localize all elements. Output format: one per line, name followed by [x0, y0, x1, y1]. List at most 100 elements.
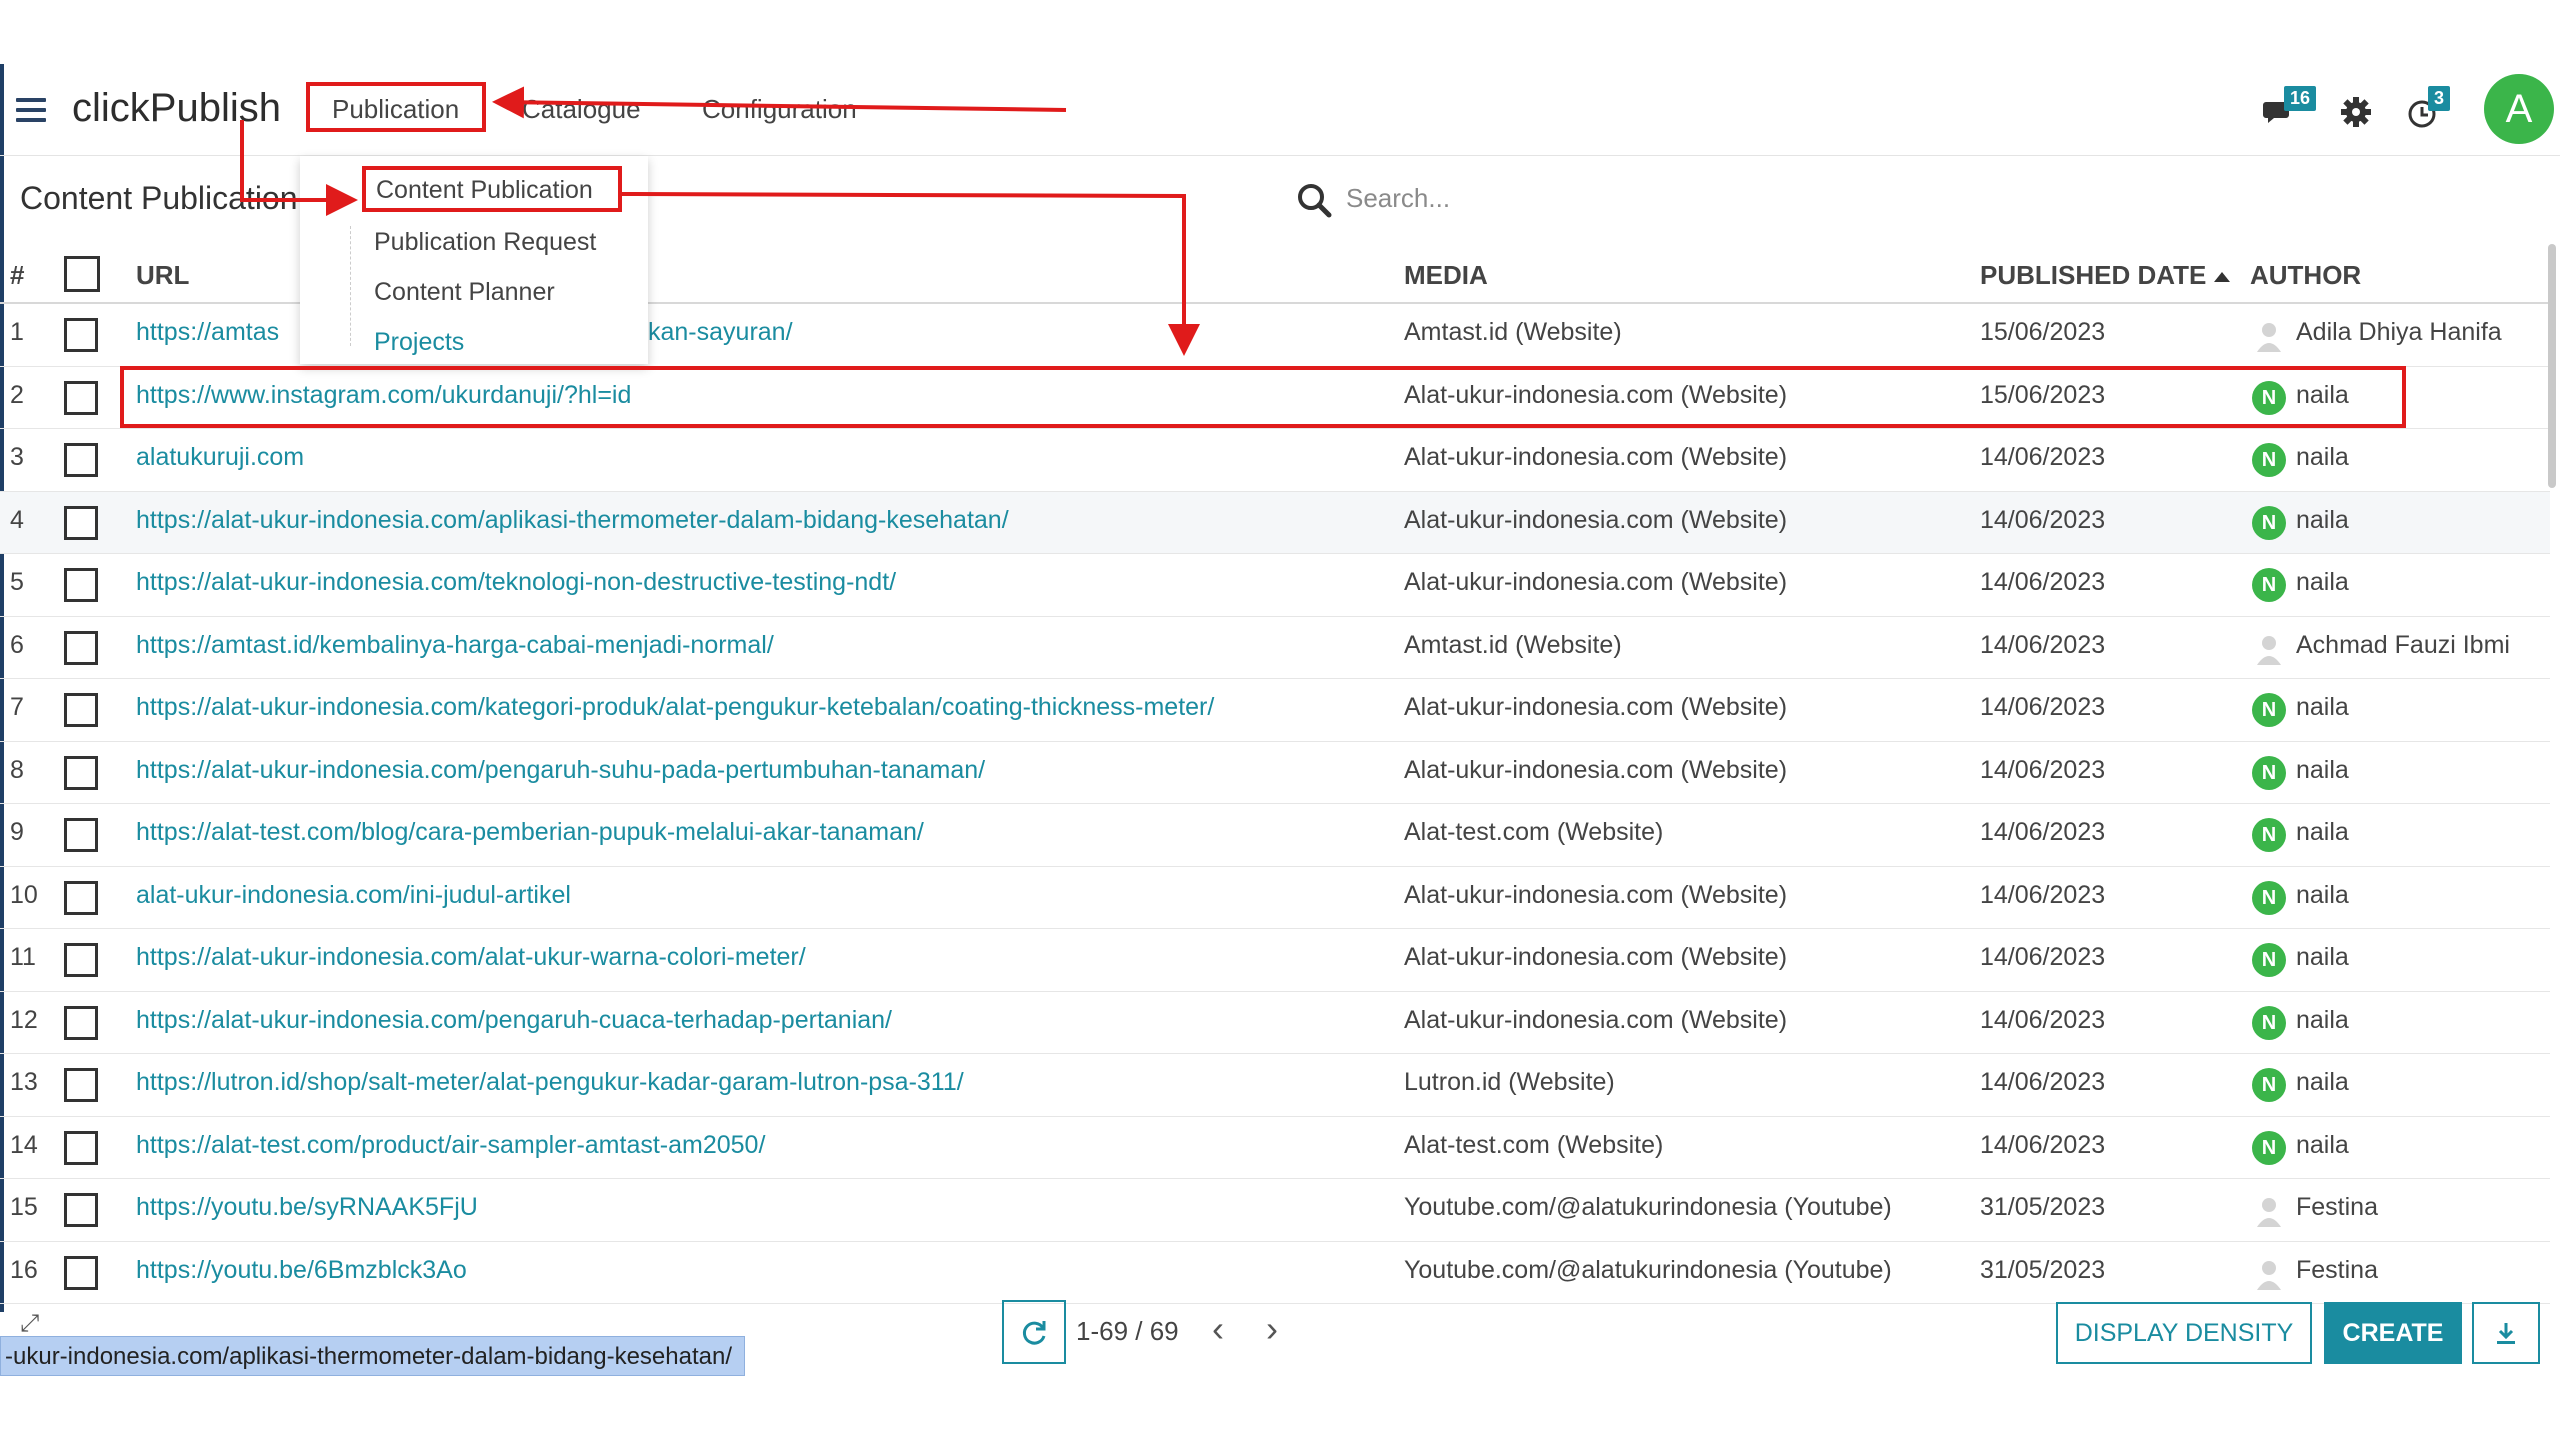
dropdown-item-content-publication[interactable]: Content Publication — [362, 166, 622, 212]
sort-ascending-icon — [2214, 272, 2231, 283]
search-input[interactable] — [1346, 176, 1946, 220]
row-checkbox[interactable] — [64, 630, 98, 665]
url-link[interactable]: https://alat-test.com/product/air-sample… — [136, 1131, 765, 1160]
table-body: 1 https://amtas kan-sayuran/ Amtast.id (… — [0, 304, 2550, 1304]
row-checkbox[interactable] — [64, 693, 98, 727]
url-link[interactable]: alatukuruji.com — [136, 443, 304, 472]
url-link[interactable]: https://alat-ukur-indonesia.com/kategori… — [136, 693, 1214, 722]
hamburger-menu-icon[interactable] — [16, 98, 46, 122]
media-cell: Alat-ukur-indonesia.com (Website) — [1404, 1005, 1788, 1034]
brand-logo[interactable]: clickPublish — [72, 86, 281, 131]
settings-button[interactable] — [2338, 90, 2378, 130]
refresh-icon — [1022, 1321, 1046, 1345]
media-cell: Amtast.id (Website) — [1404, 318, 1622, 346]
status-bar-url: -ukur-indonesia.com/aplikasi-thermometer… — [0, 1336, 746, 1376]
table-row[interactable]: 13 https://lutron.id/shop/salt-meter/ala… — [0, 1054, 2550, 1117]
header-url[interactable]: URL — [136, 260, 189, 291]
media-cell: Amtast.id (Website) — [1404, 630, 1622, 659]
row-checkbox[interactable] — [64, 818, 98, 852]
row-checkbox[interactable] — [64, 943, 98, 977]
author-avatar: N — [2252, 943, 2286, 977]
table-row[interactable]: 11 https://alat-ukur-indonesia.com/alat-… — [0, 929, 2550, 992]
activity-button[interactable]: 3 — [2404, 84, 2464, 144]
url-link-tail[interactable]: kan-sayuran/ — [648, 318, 793, 347]
download-button[interactable] — [2472, 1302, 2540, 1364]
url-link[interactable]: alat-ukur-indonesia.com/ini-judul-artike… — [136, 881, 571, 910]
chat-button[interactable]: 16 — [2258, 84, 2318, 144]
row-checkbox[interactable] — [64, 755, 98, 790]
user-avatar[interactable]: A — [2484, 74, 2554, 144]
media-cell: Alat-ukur-indonesia.com (Website) — [1404, 568, 1788, 596]
header-number: # — [10, 260, 25, 290]
url-link[interactable]: https://alat-test.com/blog/cara-pemberia… — [136, 818, 924, 847]
author-cell: Achmad Fauzi Ibmi — [2296, 630, 2510, 659]
table-row[interactable]: 10 alat-ukur-indonesia.com/ini-judul-art… — [0, 867, 2550, 929]
row-checkbox[interactable] — [64, 1005, 98, 1040]
dropdown-item-content-planner[interactable]: Content Planner — [374, 278, 555, 307]
header-published-date[interactable]: PUBLISHED DATE — [1980, 260, 2231, 291]
header-media[interactable]: MEDIA — [1404, 260, 1488, 291]
url-link[interactable]: https://youtu.be/6Bmzblck3Ao — [136, 1256, 467, 1285]
nav-configuration[interactable]: Configuration — [702, 94, 857, 125]
url-link[interactable]: https://alat-ukur-indonesia.com/pengaruh… — [136, 1006, 892, 1035]
row-checkbox[interactable] — [64, 568, 98, 602]
table-row[interactable]: 15 https://youtu.be/syRNAAK5FjU Youtube.… — [0, 1179, 2550, 1242]
dropdown-item-projects[interactable]: Projects — [374, 328, 464, 357]
row-number: 15 — [10, 1193, 38, 1221]
nav-publication[interactable]: Publication — [306, 82, 486, 132]
table-row[interactable]: 9 https://alat-test.com/blog/cara-pember… — [0, 804, 2550, 867]
date-cell: 31/05/2023 — [1980, 1255, 2106, 1284]
row-checkbox[interactable] — [64, 1130, 98, 1165]
expand-icon[interactable]: ⤢ — [20, 1310, 39, 1338]
table-row[interactable]: 14 https://alat-test.com/product/air-sam… — [0, 1117, 2550, 1179]
table-row[interactable]: 4 https://alat-ukur-indonesia.com/aplika… — [0, 491, 2550, 554]
date-cell: 14/06/2023 — [1980, 943, 2106, 971]
url-link[interactable]: https://amtast.id/kembalinya-harga-cabai… — [136, 631, 774, 660]
author-cell: naila — [2296, 943, 2349, 971]
row-checkbox[interactable] — [64, 1255, 98, 1290]
row-checkbox[interactable] — [64, 505, 98, 540]
url-link[interactable]: https://alat-ukur-indonesia.com/alat-uku… — [136, 943, 806, 972]
row-checkbox[interactable] — [64, 880, 98, 915]
row-checkbox[interactable] — [64, 443, 98, 477]
select-all-checkbox[interactable] — [64, 256, 100, 292]
user-silhouette-icon — [2257, 1198, 2281, 1227]
row-number: 12 — [10, 1005, 38, 1034]
media-cell: Alat-ukur-indonesia.com (Website) — [1404, 380, 1788, 409]
display-density-button[interactable]: DISPLAY DENSITY — [2056, 1302, 2312, 1364]
table-row[interactable]: 2 https://www.instagram.com/ukurdanuji/?… — [0, 367, 2550, 429]
table-row[interactable]: 3 alatukuruji.com Alat-ukur-indonesia.co… — [0, 429, 2550, 492]
author-avatar: N — [2252, 443, 2286, 477]
refresh-button[interactable] — [1002, 1300, 1066, 1364]
table-row[interactable]: 7 https://alat-ukur-indonesia.com/katego… — [0, 679, 2550, 742]
table-row[interactable]: 12 https://alat-ukur-indonesia.com/penga… — [0, 992, 2550, 1054]
row-checkbox[interactable] — [64, 1068, 98, 1102]
table-row[interactable]: 8 https://alat-ukur-indonesia.com/pengar… — [0, 742, 2550, 804]
table-row[interactable]: 5 https://alat-ukur-indonesia.com/teknol… — [0, 554, 2550, 617]
header-author[interactable]: AUTHOR — [2250, 260, 2361, 291]
author-avatar: N — [2252, 880, 2286, 915]
next-page-icon[interactable]: › — [1266, 1308, 1278, 1350]
url-link[interactable]: https://alat-ukur-indonesia.com/teknolog… — [136, 568, 896, 597]
row-checkbox[interactable] — [64, 318, 98, 352]
date-cell: 14/06/2023 — [1980, 1068, 2106, 1096]
url-link[interactable]: https://alat-ukur-indonesia.com/pengaruh… — [136, 756, 985, 785]
table-scrollbar[interactable] — [2548, 244, 2556, 488]
url-link[interactable]: https://amtas — [136, 318, 279, 347]
url-link[interactable]: https://alat-ukur-indonesia.com/aplikasi… — [136, 506, 1009, 535]
date-cell: 31/05/2023 — [1980, 1193, 2106, 1221]
row-checkbox[interactable] — [64, 1193, 98, 1227]
table-row[interactable]: 6 https://amtast.id/kembalinya-harga-cab… — [0, 617, 2550, 679]
date-cell: 15/06/2023 — [1980, 318, 2106, 346]
nav-catalogue[interactable]: Catalogue — [522, 94, 641, 125]
pager-range[interactable]: 1-69 / 69 — [1076, 1316, 1179, 1347]
media-cell: Youtube.com/@alatukurindonesia (Youtube) — [1404, 1255, 1892, 1284]
row-number: 14 — [10, 1130, 38, 1159]
url-link[interactable]: https://lutron.id/shop/salt-meter/alat-p… — [136, 1068, 964, 1097]
url-link[interactable]: https://youtu.be/syRNAAK5FjU — [136, 1193, 478, 1222]
create-button[interactable]: CREATE — [2324, 1302, 2462, 1364]
dropdown-item-publication-request[interactable]: Publication Request — [374, 228, 596, 257]
url-link[interactable]: https://www.instagram.com/ukurdanuji/?hl… — [136, 381, 631, 410]
row-checkbox[interactable] — [64, 380, 98, 415]
previous-page-icon[interactable]: ‹ — [1212, 1308, 1224, 1350]
